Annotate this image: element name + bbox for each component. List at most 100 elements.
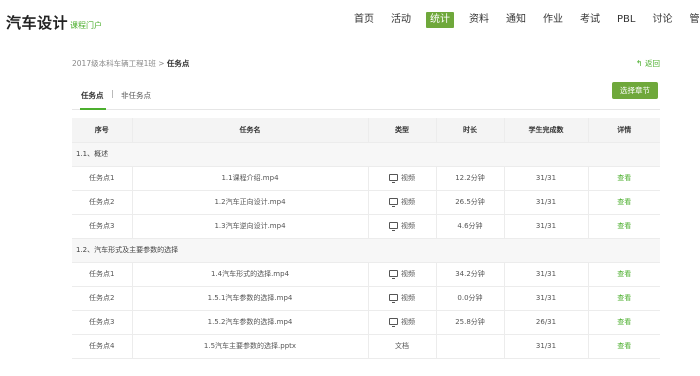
section-title: 1.2、汽车形式及主要参数的选择	[72, 238, 660, 263]
task-type-cell: 视频	[367, 190, 436, 215]
table-row: 任务点3 1.3汽车逆向设计.mp4 视频 4.6分钟 31/31 查看	[72, 214, 660, 239]
table-row: 任务点3 1.5.2汽车参数的选择.mp4 视频 25.8分钟 26/31 查看	[72, 310, 660, 335]
task-duration: 26.5分钟	[435, 190, 504, 215]
table-row: 任务点1 1.4汽车形式的选择.mp4 视频 34.2分钟 31/31 查看	[72, 262, 660, 287]
header-duration: 时长	[435, 118, 504, 143]
task-name: 1.5.2汽车参数的选择.mp4	[131, 310, 368, 335]
task-type-cell: 视频	[367, 262, 436, 287]
task-index: 任务点4	[72, 334, 132, 359]
task-completed-count: 31/31	[503, 190, 588, 215]
course-brand[interactable]: 汽车设计 课程门户	[6, 12, 102, 33]
breadcrumb-current: 任务点	[166, 59, 190, 68]
header-completed: 学生完成数	[503, 118, 588, 143]
task-index: 任务点1	[72, 262, 132, 287]
nav-item-5[interactable]: 作业	[541, 12, 565, 28]
nav-item-9[interactable]: 管	[687, 12, 700, 28]
task-type: 视频	[401, 198, 415, 206]
table-row: 任务点1 1.1课程介绍.mp4 视频 12.2分钟 31/31 查看	[72, 166, 660, 191]
nav-item-8[interactable]: 讨论	[650, 12, 674, 28]
course-title: 汽车设计	[6, 14, 69, 32]
header-task-name: 任务名	[131, 118, 368, 143]
nav-item-3[interactable]: 资料	[467, 12, 491, 28]
monitor-icon	[389, 318, 398, 327]
tab-task-points[interactable]: 任务点	[81, 90, 104, 101]
monitor-icon	[389, 174, 398, 183]
header-index: 序号	[72, 118, 132, 143]
nav-item-7[interactable]: PBL	[615, 12, 637, 28]
task-type: 视频	[401, 270, 415, 278]
header-detail: 详情	[587, 118, 660, 143]
breadcrumb-class-link[interactable]: 2017级本科车辆工程1班	[72, 59, 156, 68]
task-name: 1.5.1汽车参数的选择.mp4	[131, 286, 368, 311]
nav-item-0[interactable]: 首页	[352, 12, 376, 28]
task-index: 任务点3	[72, 310, 132, 335]
task-name: 1.1课程介绍.mp4	[131, 166, 368, 191]
task-completed-count: 31/31	[503, 166, 588, 191]
top-navigation-bar: 汽车设计 课程门户 首页 活动 统计 资料 通知 作业 考试 PBL 讨论管	[0, 0, 700, 40]
task-completed-count: 31/31	[503, 286, 588, 311]
back-button[interactable]: ↰ 返回	[636, 58, 660, 69]
nav-item-1[interactable]: 活动	[389, 12, 413, 28]
main-nav: 首页 活动 统计 资料 通知 作业 考试 PBL 讨论管	[352, 12, 700, 28]
nav-item-4[interactable]: 通知	[504, 12, 528, 28]
nav-item-6[interactable]: 考试	[578, 12, 602, 28]
task-duration: 25.8分钟	[435, 310, 504, 335]
view-detail-link[interactable]: 查看	[587, 190, 660, 215]
task-completed-count: 31/31	[503, 214, 588, 239]
table-row: 任务点2 1.2汽车正向设计.mp4 视频 26.5分钟 31/31 查看	[72, 190, 660, 215]
view-detail-link[interactable]: 查看	[587, 334, 660, 359]
task-index: 任务点2	[72, 286, 132, 311]
select-chapter-button[interactable]: 选择章节	[612, 82, 658, 99]
task-type-cell: 视频	[367, 166, 436, 191]
task-table: 序号 任务名 类型 时长 学生完成数 详情 1.1、概述 任务点1 1.1课程介绍.…	[72, 118, 660, 359]
task-duration	[435, 334, 504, 359]
view-detail-link[interactable]: 查看	[587, 214, 660, 239]
task-index: 任务点3	[72, 214, 132, 239]
view-detail-link[interactable]: 查看	[587, 286, 660, 311]
section-title: 1.1、概述	[72, 142, 660, 167]
task-index: 任务点2	[72, 190, 132, 215]
table-header-row: 序号 任务名 类型 时长 学生完成数 详情	[72, 118, 660, 143]
task-type: 视频	[401, 318, 415, 326]
task-completed-count: 31/31	[503, 262, 588, 287]
monitor-icon	[389, 222, 398, 231]
breadcrumb: 2017级本科车辆工程1班 > 任务点 ↰ 返回	[72, 58, 660, 72]
task-completed-count: 26/31	[503, 310, 588, 335]
task-name: 1.3汽车逆向设计.mp4	[131, 214, 368, 239]
task-name: 1.4汽车形式的选择.mp4	[131, 262, 368, 287]
task-type: 视频	[401, 174, 415, 182]
task-type: 视频	[401, 222, 415, 230]
nav-item-2[interactable]: 统计	[426, 12, 454, 28]
active-tab-indicator	[80, 108, 106, 110]
monitor-icon	[389, 294, 398, 303]
monitor-icon	[389, 270, 398, 279]
task-table-body: 1.1、概述 任务点1 1.1课程介绍.mp4 视频 12.2分钟 31/31 查看 任务点2…	[72, 142, 660, 359]
task-duration: 4.6分钟	[435, 214, 504, 239]
task-completed-count: 31/31	[503, 334, 588, 359]
table-row: 任务点2 1.5.1汽车参数的选择.mp4 视频 0.0分钟 31/31 查看	[72, 286, 660, 311]
back-label: 返回	[645, 59, 660, 68]
task-duration: 12.2分钟	[435, 166, 504, 191]
task-type-cell: 视频	[367, 286, 436, 311]
tab-separator: |	[111, 89, 114, 98]
task-duration: 0.0分钟	[435, 286, 504, 311]
section-row: 1.2、汽车形式及主要参数的选择	[72, 238, 660, 263]
task-name: 1.2汽车正向设计.mp4	[131, 190, 368, 215]
task-type-cell: 文档	[367, 334, 436, 359]
task-index: 任务点1	[72, 166, 132, 191]
tab-non-task-points[interactable]: 非任务点	[121, 90, 151, 101]
view-detail-link[interactable]: 查看	[587, 310, 660, 335]
task-type: 文档	[395, 342, 409, 350]
section-row: 1.1、概述	[72, 142, 660, 167]
back-arrow-icon: ↰	[635, 59, 643, 68]
task-tabs: 任务点 | 非任务点 选择章节	[72, 82, 660, 110]
course-portal-label: 课程门户	[70, 21, 103, 30]
view-detail-link[interactable]: 查看	[587, 166, 660, 191]
table-row: 任务点4 1.5汽车主要参数的选择.pptx 文档 31/31 查看	[72, 334, 660, 359]
task-name: 1.5汽车主要参数的选择.pptx	[131, 334, 368, 359]
breadcrumb-separator: >	[155, 59, 167, 68]
view-detail-link[interactable]: 查看	[587, 262, 660, 287]
header-type: 类型	[367, 118, 436, 143]
task-duration: 34.2分钟	[435, 262, 504, 287]
task-type-cell: 视频	[367, 310, 436, 335]
